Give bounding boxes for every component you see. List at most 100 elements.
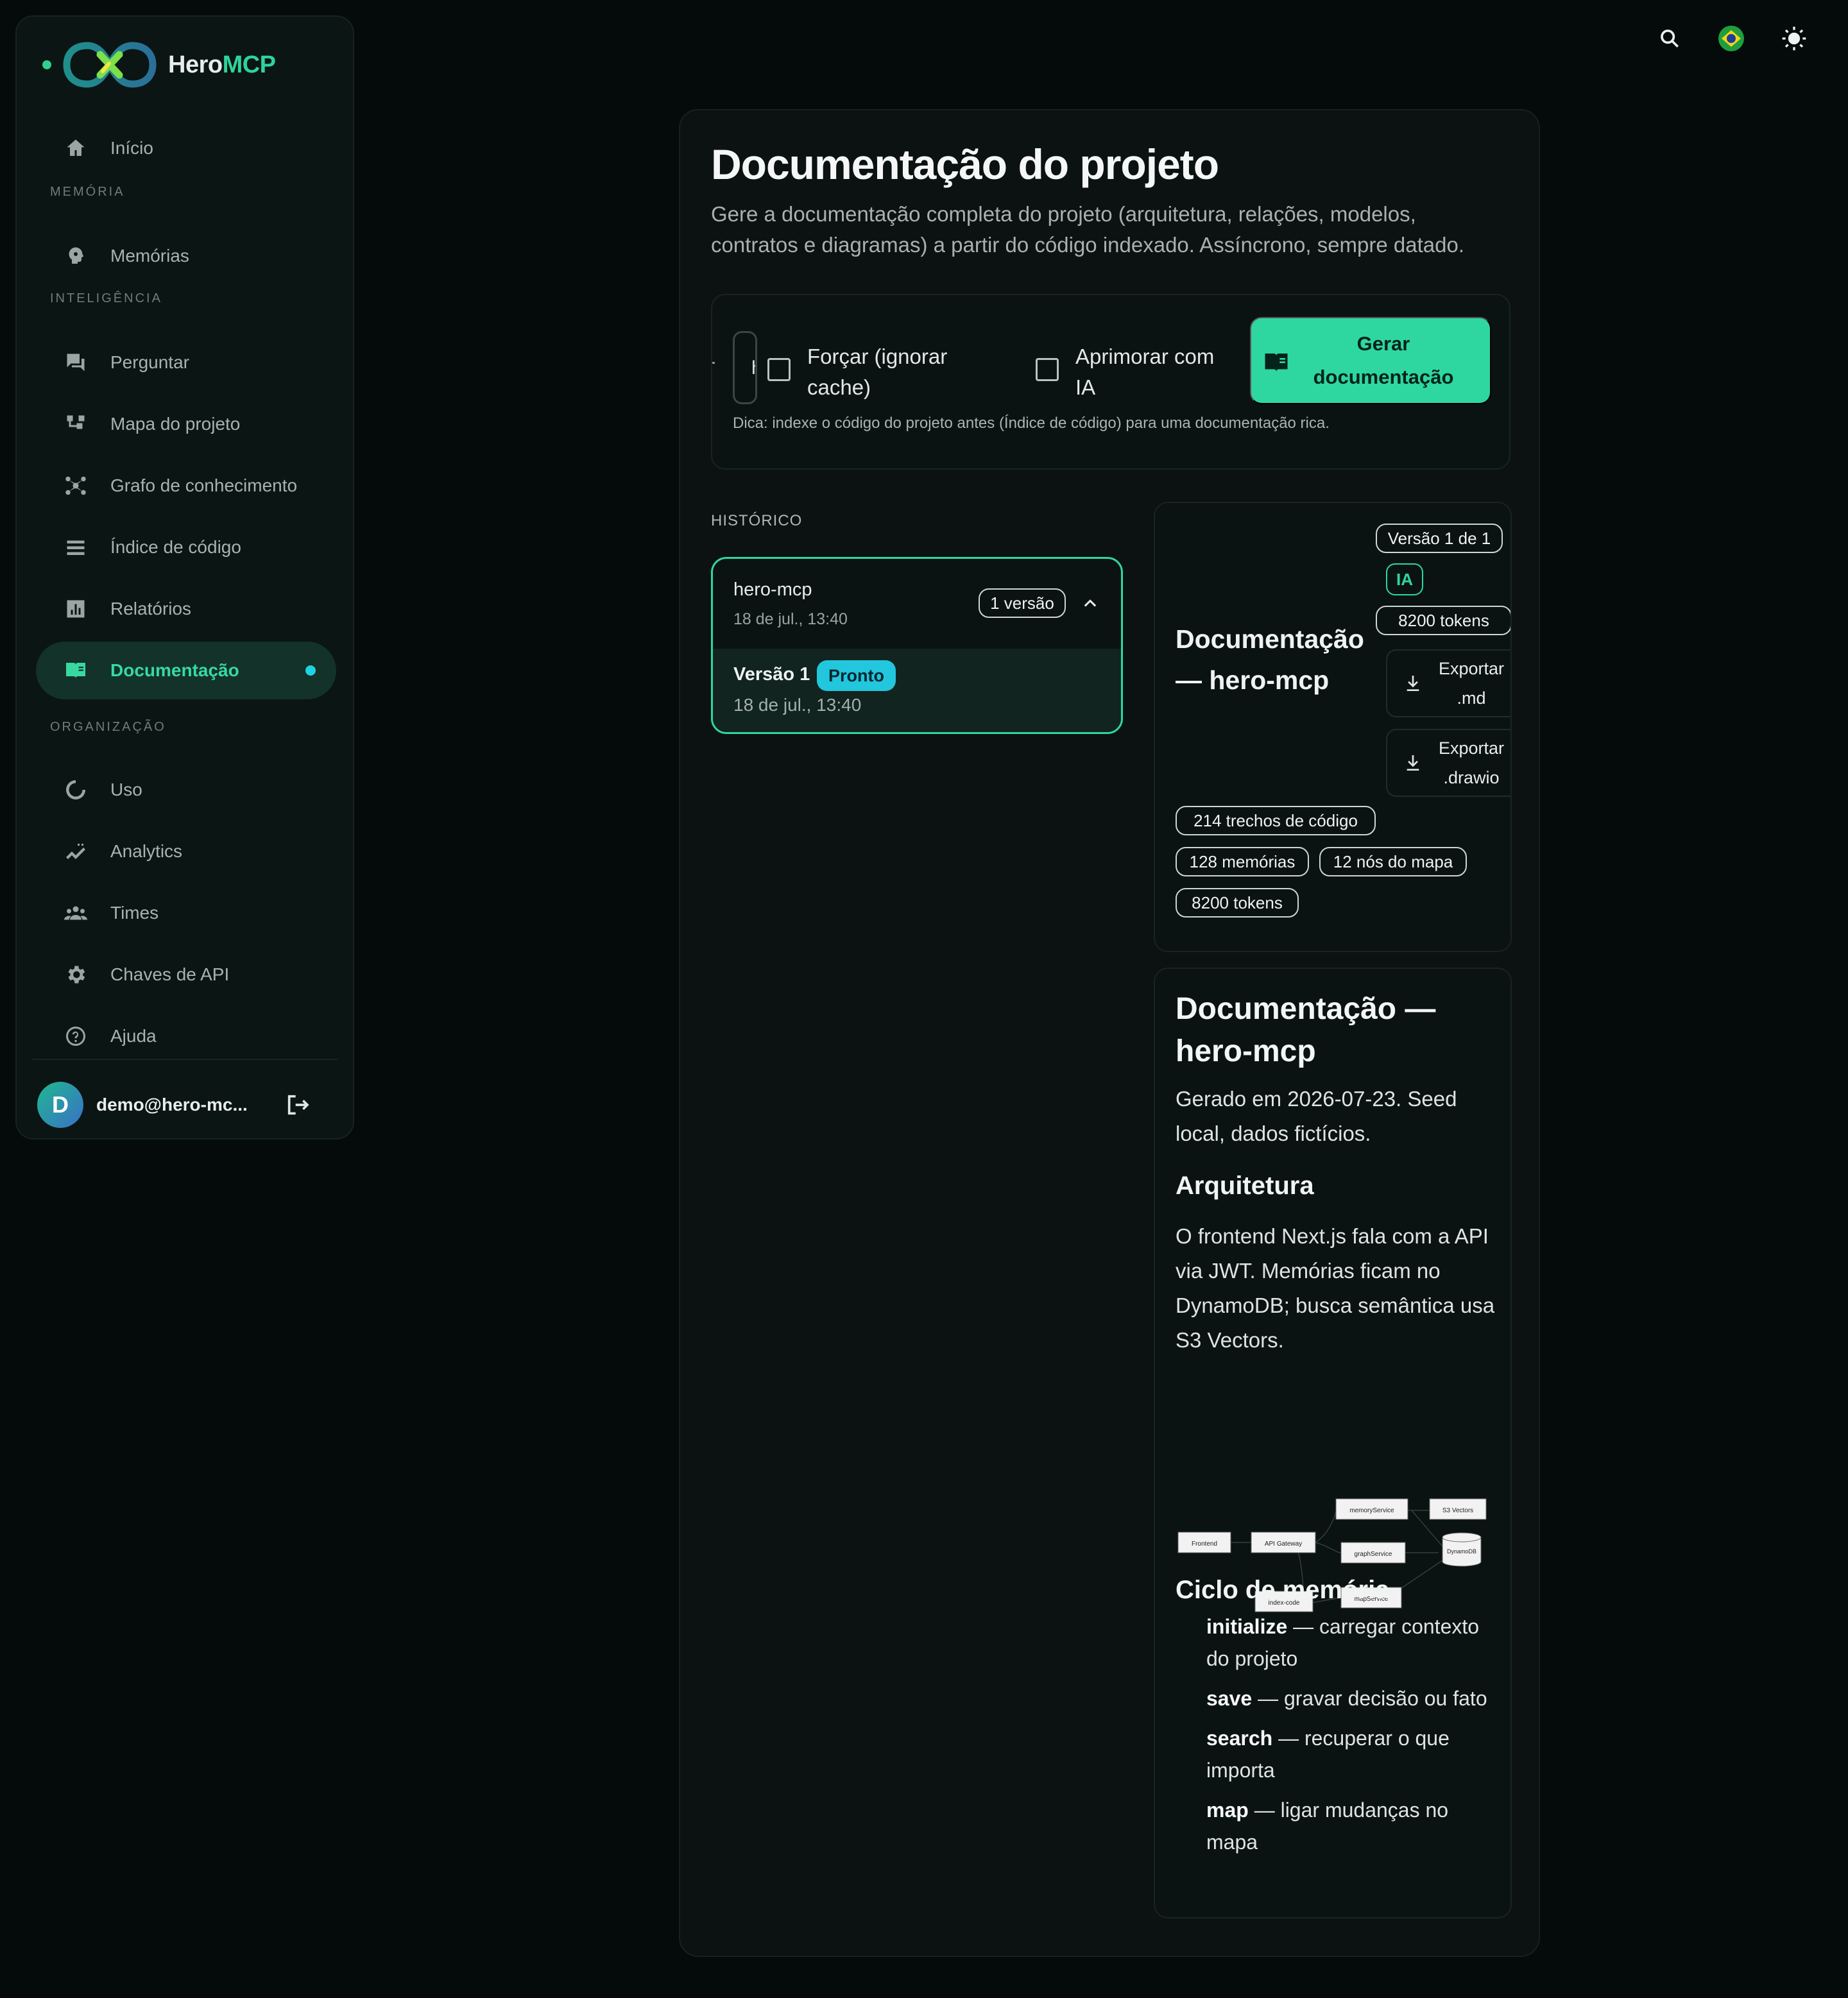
diagram-node: Frontend [1177,1532,1231,1553]
brazil-flag-icon[interactable] [1717,24,1745,53]
user-email: demo@hero-mc... [96,1095,248,1114]
status-badge: Pronto [817,660,896,691]
sidebar-item-label: Relatórios [110,599,192,619]
gear-icon [62,961,90,989]
main-card: Documentação do projeto Gere a documenta… [679,109,1540,1957]
history-version-row[interactable]: Versão 1 Pronto 18 de jul., 13:40 [713,649,1121,732]
project-select[interactable]: hero-mcp [733,331,757,404]
section-intelligence: INTELIGÊNCIA [50,291,162,305]
stat-badge: 8200 tokens [1176,888,1299,918]
brain-icon [62,242,90,270]
history-item[interactable]: hero-mcp 18 de jul., 13:40 1 versão Vers… [711,557,1123,734]
sidebar-item-label: Times [110,903,159,923]
doc-title: Documentação — hero-mcp [1176,992,1436,1068]
avatar: D [37,1082,83,1128]
doc-info-card: Versão 1 de 1 IA 8200 tokens Documentaçã… [1154,502,1512,952]
ai-checkbox-label[interactable]: Aprimorar com IA [1075,341,1236,403]
export-drawio-button[interactable]: Exportar .drawio [1386,729,1510,797]
sidebar-item-memorias[interactable]: Memórias [36,227,336,285]
sidebar-item-label: Ajuda [110,1026,157,1046]
sidebar-item-documentacao[interactable]: Documentação [36,642,336,699]
svg-text:memoryService: memoryService [1349,1507,1394,1514]
version-title: Versão 1 [733,664,810,685]
sun-icon[interactable] [1780,24,1808,53]
chart-icon [62,595,90,623]
list-icon [62,533,90,561]
architecture-diagram: Frontend API Gateway memoryService S3 Ve… [1177,1498,1487,1612]
download-icon [1407,755,1419,771]
section-organization: ORGANIZAÇÃO [50,720,166,734]
sidebar-item-label: Início [110,138,153,158]
doc-content-card: Documentação — hero-mcp Gerado em 2026-0… [1154,968,1512,1918]
sidebar-item-relatorios[interactable]: Relatórios [36,580,336,638]
sidebar-item-label: Perguntar [110,352,189,372]
version-date: 18 de jul., 13:40 [733,695,862,715]
stat-badge: 128 memórias [1176,847,1309,876]
chat-icon [62,348,90,377]
sidebar-item-analytics[interactable]: Analytics [36,823,336,880]
force-checkbox[interactable] [767,358,791,381]
hint-text: Dica: indexe o código do projeto antes (… [733,414,1330,432]
sidebar-item-label: Índice de código [110,537,241,557]
generate-button-label: Gerar documentação [1313,332,1454,388]
analytics-icon [62,837,90,866]
sidebar-item-label: Uso [110,780,142,799]
sidebar-item-mapa[interactable]: Mapa do projeto [36,395,336,453]
list-item: initialize — carregar contexto do projet… [1206,1615,1480,1670]
download-icon [1407,676,1419,691]
doc-info-title: Documentação — hero-mcp [1176,624,1364,695]
generator-panel: hero-mcp Forçar (ignorar cache) Aprimora… [711,294,1510,470]
help-icon [62,1022,90,1050]
list-item: save — gravar decisão ou fato [1206,1687,1487,1710]
svg-text:DynamoDB: DynamoDB [1447,1548,1476,1555]
history-project-name: hero-mcp [733,579,812,600]
book-icon [1265,354,1288,371]
diagram-node: graphService [1340,1542,1406,1564]
diagram-node: S3 Vectors [1429,1498,1487,1520]
sidebar-item-label: Chaves de API [110,964,230,984]
sidebar-item-chaves[interactable]: Chaves de API [36,946,336,1003]
sidebar-item-times[interactable]: Times [36,884,336,942]
svg-text:graphService: graphService [1355,1551,1392,1558]
stat-badge: 214 trechos de código [1176,806,1376,835]
sidebar-item-ajuda[interactable]: Ajuda [36,1007,336,1065]
brand[interactable]: HeroMCP [42,36,276,94]
team-icon [62,899,90,927]
history-label: HISTÓRICO [711,512,803,529]
sidebar-item-perguntar[interactable]: Perguntar [36,334,336,391]
history-date: 18 de jul., 13:40 [733,610,848,628]
sidebar-item-label: Analytics [110,841,183,861]
sidebar-item-grafo[interactable]: Grafo de conhecimento [36,457,336,515]
export-md-button[interactable]: Exportar .md [1386,649,1510,717]
map-icon [62,410,90,438]
doc-cycle-list: initialize — carregar contexto do projet… [1206,1610,1502,1866]
doc-cycle-title: Ciclo de memória [1176,1576,1390,1604]
force-checkbox-label[interactable]: Forçar (ignorar cache) [807,341,974,403]
list-item: map — ligar mudanças no mapa [1206,1798,1449,1854]
ai-checkbox[interactable] [1036,358,1059,381]
search-icon[interactable] [1656,24,1684,53]
sidebar-item-home[interactable]: Início [36,119,336,177]
ai-badge: IA [1386,563,1423,595]
chevron-up-icon[interactable] [1081,595,1099,613]
logout-icon[interactable] [285,1092,311,1118]
select-edge-mark [712,362,715,364]
diagram-node: memoryService [1335,1498,1408,1520]
diagram-node: DynamoDB [1442,1532,1482,1567]
project-select-value: hero-mcp [751,357,755,379]
book-icon [62,656,90,685]
stat-badge: 12 nós do mapa [1319,847,1467,876]
user-menu[interactable]: D demo@hero-mc... [37,1079,335,1131]
diagram-node: API Gateway [1251,1532,1316,1553]
sidebar-item-uso[interactable]: Uso [36,761,336,819]
sidebar: HeroMCP Início MEMÓRIA Memórias INTELIGÊ… [15,15,354,1140]
generate-button[interactable]: Gerar documentação [1250,317,1491,404]
sidebar-item-indice[interactable]: Índice de código [36,518,336,576]
active-indicator [305,665,316,676]
sidebar-item-label: Documentação [110,660,239,680]
graph-icon [62,472,90,500]
hero-mcp-logo-icon [63,42,157,88]
page-title: Documentação do projeto [711,141,1219,188]
page-subtitle: Gere a documentação completa do projeto … [711,202,1465,257]
brand-name: HeroMCP [168,51,276,78]
